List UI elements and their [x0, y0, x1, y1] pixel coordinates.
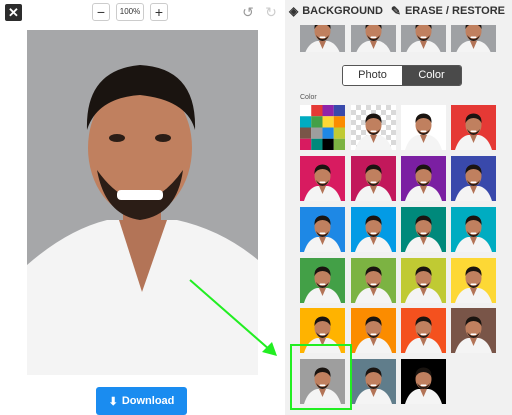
annotation-arrow [189, 279, 277, 356]
